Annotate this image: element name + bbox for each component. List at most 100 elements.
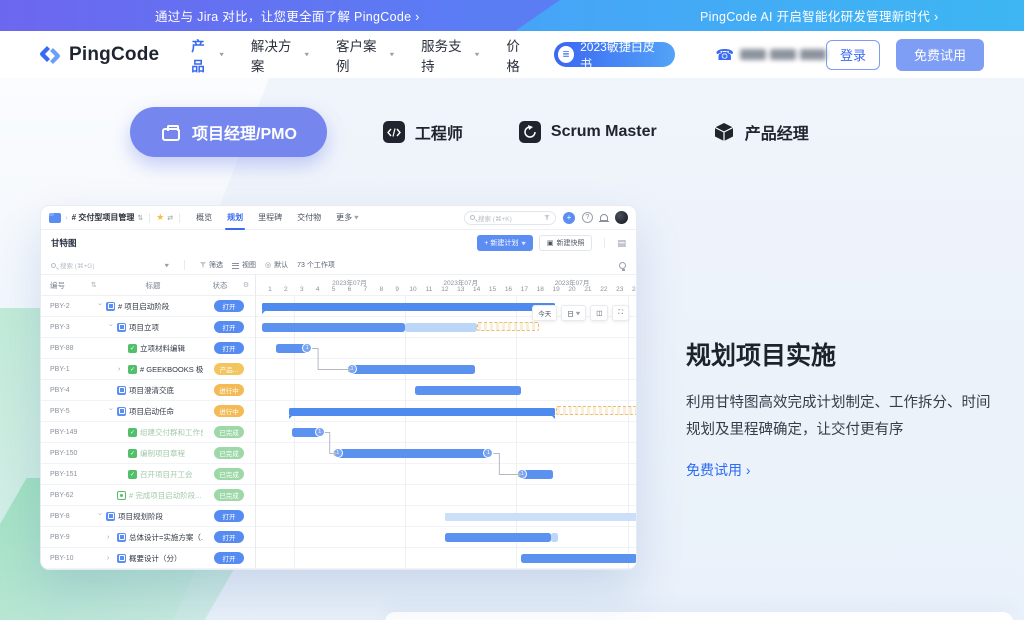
table-row[interactable]: PBY-2›# 项目启动阶段打开	[41, 296, 255, 317]
filter-funnel-icon	[544, 215, 550, 221]
gantt-bar[interactable]: 1	[521, 470, 553, 479]
sort-toggle-icon[interactable]: ⇅	[137, 214, 143, 222]
nav-item-solutions[interactable]: 解决方案▾	[251, 35, 309, 75]
nav-item-pricing[interactable]: 价格	[506, 35, 532, 75]
status-badge[interactable]: 进行中	[214, 405, 244, 417]
split-view-button[interactable]: ◫	[590, 305, 608, 321]
tab-product-manager[interactable]: 产品经理	[713, 120, 809, 144]
table-row[interactable]: PBY-8›项目规划阶段打开	[41, 506, 255, 527]
gantt-bar[interactable]	[556, 406, 636, 415]
status-badge[interactable]: 已完成	[214, 468, 244, 480]
nav-item-products[interactable]: 产品▾	[191, 35, 224, 75]
table-row[interactable]: PBY-150✓编制项目章程已完成	[41, 443, 255, 464]
gantt-bar[interactable]: 1	[276, 344, 308, 353]
logo[interactable]: PingCode	[38, 44, 159, 66]
nav-item-support[interactable]: 服务支持▾	[421, 35, 479, 75]
status-badge[interactable]: 打开	[214, 321, 244, 333]
expand-chevron-icon[interactable]: ›	[96, 303, 103, 310]
expand-chevron-icon[interactable]: ›	[107, 534, 114, 541]
gantt-bar[interactable]	[445, 513, 636, 521]
gantt-bar[interactable]	[289, 408, 555, 416]
status-badge[interactable]: 打开	[214, 510, 244, 522]
promo-link-jira[interactable]: 通过与 Jira 对比，让您更全面了解 PingCode ›	[155, 0, 420, 31]
view-settings-button[interactable]: 视图	[232, 260, 256, 270]
gantt-bar[interactable]: 11	[337, 449, 490, 458]
view-switcher-icon[interactable]: ▤	[617, 238, 626, 249]
sort-icon[interactable]: ⇅	[91, 281, 103, 289]
tab-overview[interactable]: 概览	[196, 206, 212, 230]
table-row[interactable]: PBY-10›概要设计（分）打开	[41, 548, 255, 569]
table-row[interactable]: PBY-151✓召开项目开工会已完成	[41, 464, 255, 485]
new-snapshot-button[interactable]: ▣新建快照	[539, 235, 593, 251]
gantt-bar[interactable]	[262, 303, 555, 311]
gantt-bar[interactable]	[405, 323, 477, 332]
gantt-bar[interactable]	[551, 533, 557, 542]
promo-link-ai[interactable]: PingCode AI 开启智能化研发管理新时代 ›	[700, 0, 938, 31]
column-title[interactable]: 标题	[103, 280, 203, 291]
tab-more[interactable]: 更多▾	[336, 206, 359, 230]
notifications-bell-icon[interactable]	[600, 214, 608, 221]
gantt-bar[interactable]: 1	[292, 428, 321, 437]
status-badge[interactable]: 产品...	[214, 363, 244, 375]
list-search-input[interactable]: 搜索 (⌘+G) ▾	[51, 260, 169, 271]
status-badge[interactable]: 已完成	[214, 489, 244, 501]
table-row[interactable]: PBY-9›总体设计=实施方案（...打开	[41, 527, 255, 548]
login-button[interactable]: 登录	[826, 40, 880, 70]
create-button[interactable]: +	[563, 212, 575, 224]
fullscreen-button[interactable]: ⛶	[612, 305, 629, 321]
nav-item-customers[interactable]: 客户案例▾	[336, 35, 394, 75]
tab-planning[interactable]: 规划	[227, 206, 243, 230]
user-avatar[interactable]	[615, 211, 628, 224]
help-button[interactable]: ?	[582, 212, 593, 223]
project-folder-icon[interactable]	[49, 213, 61, 223]
table-row[interactable]: PBY-88✓立项材料编辑打开	[41, 338, 255, 359]
global-search-input[interactable]: 搜索 (⌘+K)	[464, 211, 556, 225]
status-badge[interactable]: 打开	[214, 342, 244, 354]
table-row[interactable]: PBY-5›项目启动任命进行中	[41, 401, 255, 422]
time-unit-select[interactable]: 日▾	[561, 305, 586, 321]
whitepaper-badge[interactable]: ≣ 2023敏捷白皮书	[554, 42, 676, 67]
status-badge[interactable]: 打开	[214, 531, 244, 543]
new-plan-button[interactable]: + 新建计划▾	[477, 235, 533, 251]
expand-chevron-icon[interactable]: ›	[107, 408, 114, 415]
status-badge[interactable]: 打开	[214, 552, 244, 564]
gantt-bar[interactable]	[415, 386, 522, 395]
expand-chevron-icon[interactable]: ›	[107, 324, 114, 331]
work-item-type-icon	[117, 491, 126, 500]
status-badge[interactable]: 已完成	[214, 426, 244, 438]
tab-scrum-master[interactable]: Scrum Master	[519, 121, 657, 143]
gantt-bar[interactable]	[477, 322, 539, 331]
gantt-bar[interactable]: 1	[351, 365, 475, 374]
status-badge[interactable]: 已完成	[214, 447, 244, 459]
day-label: 11	[426, 286, 433, 293]
lightbulb-icon[interactable]	[619, 262, 626, 269]
gear-icon[interactable]: ⚙	[237, 281, 255, 289]
status-badge[interactable]: 进行中	[214, 384, 244, 396]
table-row[interactable]: PBY-1›✓# GEEKBOOKS 极...产品...	[41, 359, 255, 380]
free-trial-link[interactable]: 免费试用 ›	[686, 460, 751, 480]
table-row[interactable]: PBY-149✓组建交付群和工作台已完成	[41, 422, 255, 443]
gantt-bar[interactable]	[262, 323, 405, 332]
tab-engineer[interactable]: 工程师	[383, 120, 463, 144]
free-trial-button[interactable]: 免费试用	[896, 39, 984, 71]
tab-deliverables[interactable]: 交付物	[297, 206, 321, 230]
table-row[interactable]: PBY-62# 完成项目启动阶段...已完成	[41, 485, 255, 506]
expand-chevron-icon[interactable]: ›	[96, 513, 103, 520]
preset-button[interactable]: ◎默认	[265, 260, 288, 270]
today-button[interactable]: 今天	[532, 305, 557, 321]
column-status[interactable]: 状态	[203, 280, 237, 291]
table-row[interactable]: PBY-4项目澄清交底进行中	[41, 380, 255, 401]
tab-project-manager[interactable]: 项目经理/PMO	[130, 107, 327, 157]
status-badge[interactable]: 打开	[214, 300, 244, 312]
breadcrumb[interactable]: # 交付型项目管理	[72, 212, 135, 223]
expand-chevron-icon[interactable]: ›	[107, 555, 114, 562]
gantt-bar[interactable]	[521, 554, 636, 563]
expand-chevron-icon[interactable]: ›	[118, 366, 125, 373]
gantt-bar[interactable]	[445, 533, 552, 542]
tab-milestones[interactable]: 里程碑	[258, 206, 282, 230]
filter-button[interactable]: 筛选	[200, 260, 223, 270]
table-row[interactable]: PBY-3›项目立项打开	[41, 317, 255, 338]
column-id[interactable]: 编号	[41, 280, 91, 291]
switch-project-icon[interactable]: ⇄	[167, 214, 173, 222]
favorite-star-icon[interactable]: ★	[156, 212, 164, 223]
